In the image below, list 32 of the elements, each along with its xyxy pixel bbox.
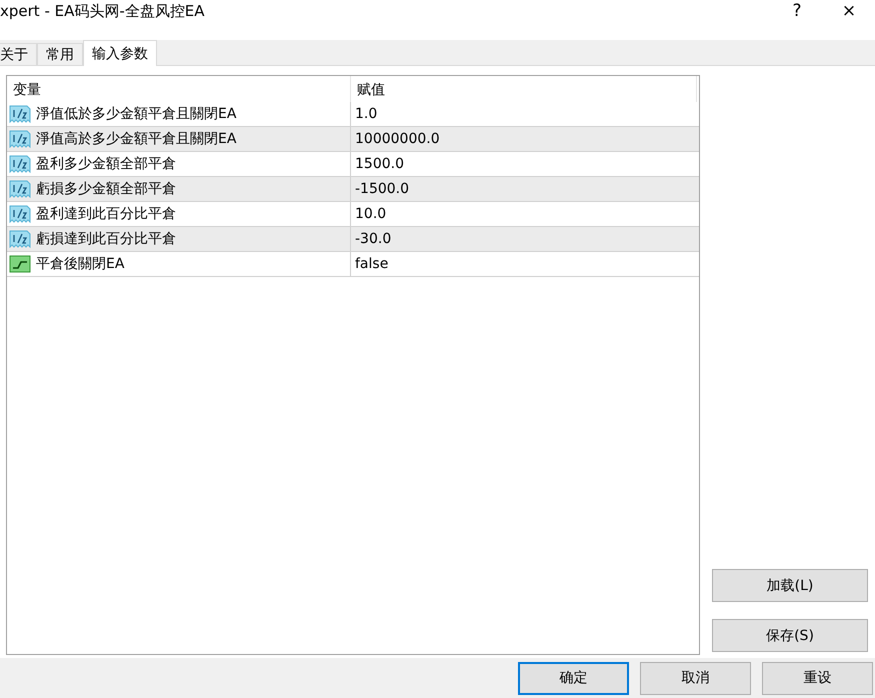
help-button[interactable]: ? (771, 0, 823, 23)
save-button[interactable]: 保存(S) (712, 619, 868, 652)
dialog-button[interactable]: 确定 (518, 662, 629, 695)
parameter-value[interactable]: false (351, 252, 697, 276)
tab[interactable]: 常用 (37, 43, 83, 66)
parameter-name: 平倉後關閉EA (36, 255, 124, 274)
parameter-name: 淨值高於多少金額平倉且關閉EA (36, 130, 236, 148)
window-title: xpert - EA码头网-全盘风控EA (0, 1, 206, 21)
dialog-button[interactable]: 取消 (640, 662, 751, 695)
tab[interactable]: 关于 (0, 43, 37, 66)
dialog-button[interactable]: 重设 (762, 662, 873, 695)
fraction-icon (9, 105, 31, 124)
tab[interactable]: 输入参数 (83, 40, 157, 66)
close-button[interactable]: × (823, 0, 875, 23)
parameter-name: 淨值低於多少金額平倉且關閉EA (36, 105, 236, 124)
parameter-name: 虧損達到此百分比平倉 (36, 230, 176, 248)
fraction-icon (9, 155, 31, 174)
parameter-name: 盈利達到此百分比平倉 (36, 205, 176, 224)
load-button[interactable]: 加载(L) (712, 569, 868, 602)
parameter-value[interactable]: 10000000.0 (351, 127, 697, 152)
fraction-icon (9, 205, 31, 224)
parameter-value[interactable]: 1.0 (351, 102, 697, 126)
parameter-name: 虧損多少金額全部平倉 (36, 180, 176, 198)
parameter-value[interactable]: 10.0 (351, 202, 697, 226)
toggle-graph-icon (9, 255, 31, 274)
parameter-name: 盈利多少金額全部平倉 (36, 155, 176, 174)
parameter-value[interactable]: 1500.0 (351, 152, 697, 176)
fraction-icon (9, 180, 31, 198)
fraction-icon (9, 230, 31, 248)
parameter-value[interactable]: -30.0 (351, 227, 697, 252)
fraction-icon (9, 130, 31, 148)
parameter-value[interactable]: -1500.0 (351, 177, 697, 202)
